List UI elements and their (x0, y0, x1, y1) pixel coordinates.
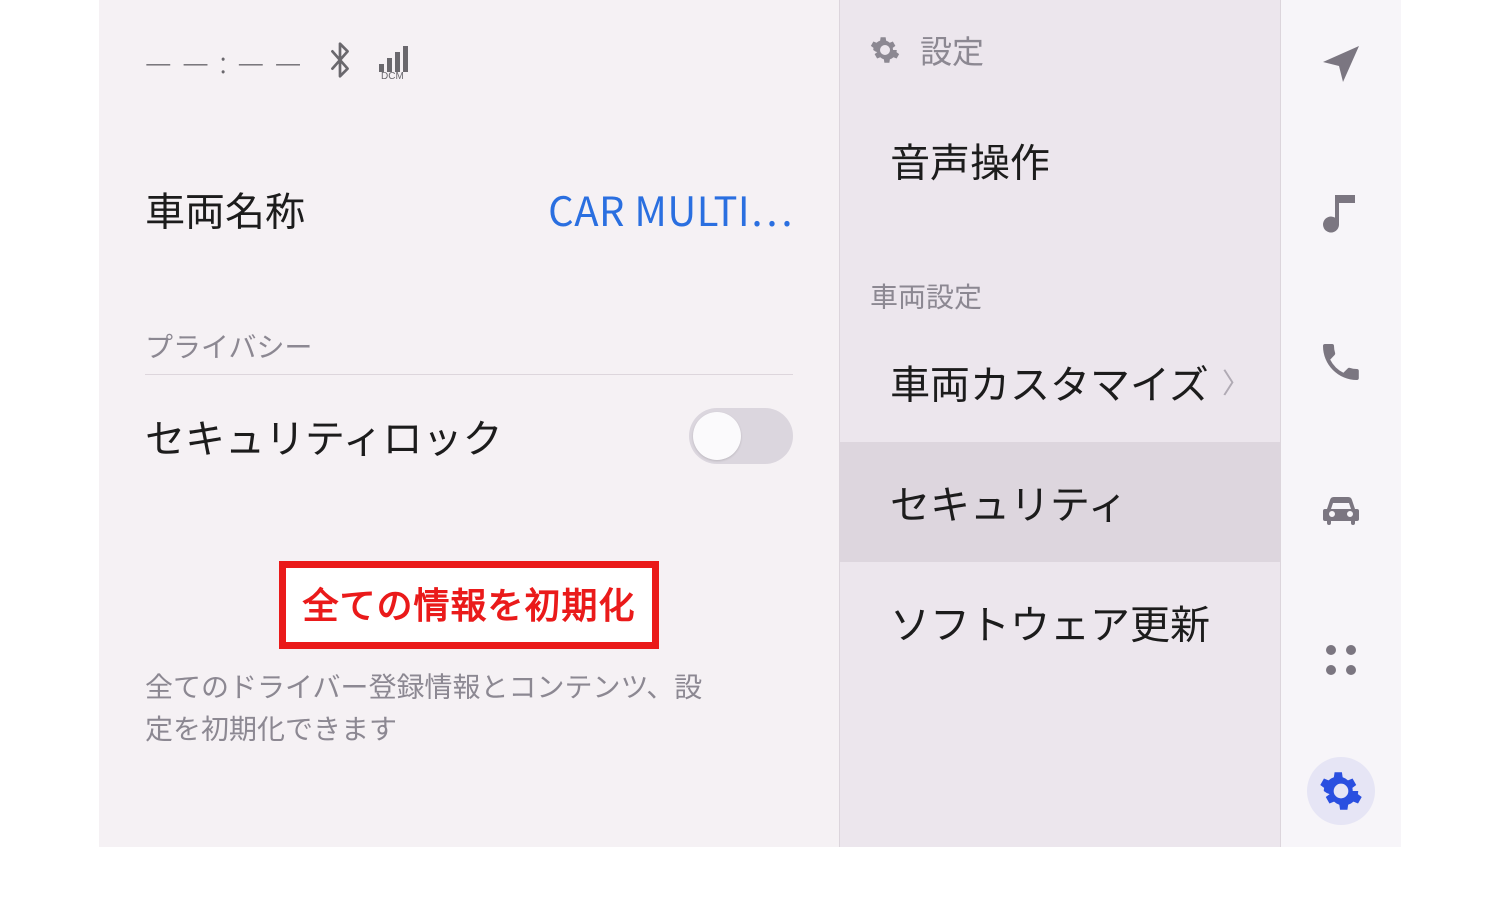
bluetooth-icon (327, 40, 353, 80)
toggle-knob (693, 412, 741, 460)
menu-item-software-update[interactable]: ソフトウェア更新 (840, 562, 1280, 682)
navigation-arrow-icon[interactable] (1317, 40, 1365, 93)
menu-item-voice[interactable]: 音声操作 (840, 100, 1280, 220)
vehicle-name-value: CAR MULTI… (548, 180, 793, 238)
security-lock-toggle[interactable] (689, 408, 793, 464)
clock: — — : — — (145, 38, 303, 82)
privacy-section-label: プライバシー (145, 326, 793, 366)
menu-item-label: ソフトウェア更新 (890, 593, 1210, 651)
settings-title: 設定 (920, 27, 984, 73)
nav-rail (1281, 0, 1401, 847)
menu-item-label: 車両カスタマイズ (890, 353, 1209, 411)
menu-item-customize[interactable]: 車両カスタマイズ 〉 (840, 322, 1280, 442)
car-icon[interactable] (1317, 487, 1365, 540)
settings-gear-icon[interactable] (1307, 757, 1375, 825)
reset-all-button[interactable]: 全ての情報を初期化 (279, 561, 659, 649)
menu-item-security[interactable]: セキュリティ (840, 442, 1280, 562)
vehicle-name-label: 車両名称 (145, 180, 305, 238)
apps-grid-icon[interactable] (1317, 636, 1365, 689)
status-bar: — — : — — DCM (99, 0, 839, 90)
dcm-signal-icon: DCM (377, 40, 417, 80)
gear-icon (870, 35, 900, 65)
security-lock-label: セキュリティロック (145, 407, 503, 465)
vehicle-settings-section-label: 車両設定 (840, 220, 1280, 322)
music-note-icon[interactable] (1317, 189, 1365, 242)
svg-text:DCM: DCM (381, 71, 404, 80)
menu-item-label: 音声操作 (890, 131, 1050, 189)
divider (145, 374, 793, 375)
detail-pane: — — : — — DCM 車両名称 CAR MULTI… プライバシー (99, 0, 839, 847)
settings-menu-pane: 設定 音声操作 車両設定 車両カスタマイズ 〉 セキュリティ ソフトウェア更新 (839, 0, 1281, 847)
phone-icon[interactable] (1317, 338, 1365, 391)
security-lock-row[interactable]: セキュリティロック (99, 407, 839, 465)
settings-header: 設定 (840, 0, 1280, 100)
vehicle-name-row[interactable]: 車両名称 CAR MULTI… (99, 180, 839, 238)
chevron-right-icon: 〉 (1222, 362, 1250, 402)
reset-description: 全てのドライバー登録情報とコンテンツ、設定を初期化できます (145, 665, 719, 749)
menu-item-label: セキュリティ (890, 473, 1128, 531)
